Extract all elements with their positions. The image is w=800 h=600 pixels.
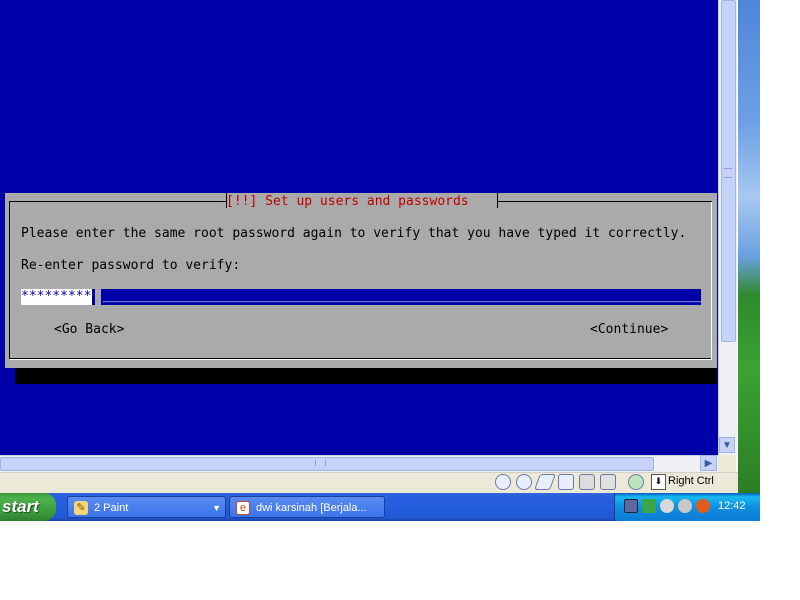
horizontal-scroll-thumb[interactable]: [0, 457, 654, 471]
taskbar-item-paint[interactable]: ✎ 2 Paint ▼: [67, 496, 226, 518]
taskbar-item-browser[interactable]: e dwi karsinah [Berjala...: [229, 496, 385, 518]
paint-icon: ✎: [74, 501, 88, 515]
scroll-right-arrow-icon[interactable]: ▶: [700, 455, 717, 471]
password-input-fill: ________________________________________…: [103, 289, 701, 303]
update-tray-icon[interactable]: [642, 499, 656, 513]
antivirus-tray-icon[interactable]: [696, 499, 710, 513]
security-tray-icon[interactable]: [678, 499, 692, 513]
cd-icon[interactable]: [516, 474, 532, 490]
title-divider: [497, 193, 498, 208]
taskbar-item-label: 2 Paint: [94, 502, 129, 514]
chevron-down-icon: ▼: [212, 503, 221, 513]
shared-folder-icon[interactable]: [579, 474, 595, 490]
scrollbar-corner: [718, 455, 736, 472]
desktop-wallpaper: [738, 0, 760, 493]
scroll-down-arrow-icon[interactable]: ▼: [719, 437, 735, 453]
dialog-title: [!!] Set up users and passwords: [226, 194, 469, 209]
taskbar-item-label: dwi karsinah [Berjala...: [256, 502, 367, 514]
text-cursor: [95, 289, 101, 305]
disk-icon[interactable]: [495, 474, 511, 490]
host-key-label[interactable]: Right Ctrl: [668, 475, 714, 487]
display-icon[interactable]: [600, 474, 616, 490]
mouse-integration-icon[interactable]: [628, 474, 644, 490]
scroll-grip-icon: [315, 460, 326, 466]
dialog-shadow: [15, 367, 717, 384]
password-masked-value: *********: [21, 289, 95, 305]
clock[interactable]: 12:42: [718, 500, 746, 512]
go-back-button[interactable]: <Go Back>: [54, 322, 124, 337]
scroll-grip-icon: [724, 168, 732, 178]
browser-icon: e: [236, 501, 250, 515]
volume-tray-icon[interactable]: [660, 499, 674, 513]
network-tray-icon[interactable]: [624, 499, 638, 513]
dialog-message: Please enter the same root password agai…: [21, 226, 687, 241]
continue-button[interactable]: <Continue>: [590, 322, 668, 337]
network-icon[interactable]: [558, 474, 574, 490]
password-prompt: Re-enter password to verify:: [21, 258, 241, 273]
start-button[interactable]: start: [0, 493, 56, 521]
host-key-icon: ⬇: [651, 474, 666, 490]
